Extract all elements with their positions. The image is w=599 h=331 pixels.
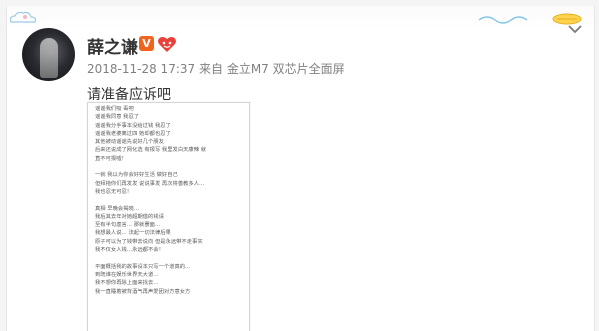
note-line: 谣谣我同意 我忍了 (95, 114, 140, 121)
avatar[interactable] (22, 28, 75, 81)
note-line: 原子可以为了钱带去说向 但是永远带不走事实 (95, 238, 203, 245)
note-line: 我也忍无可忍！ (95, 188, 133, 195)
note-line: 我不仅女人钱…永远都不会！ (95, 247, 164, 254)
note-line: 但拜拖你们再发发 说说事发 再次将善教多人… (95, 180, 205, 187)
note-line: 谣谣我老婆离过四 她却都也忍了 (95, 130, 171, 137)
username[interactable]: 薛之谦 (87, 33, 138, 58)
note-line: 我一直睡着被背酒气再声爱团对方意女方 (95, 288, 191, 295)
post-text: 请准备应诉吧 (87, 87, 171, 103)
cloud-icon (9, 11, 37, 23)
verified-badge-icon[interactable]: V (139, 36, 154, 51)
note-line: 到既谁在娱乐世界天大道… (95, 271, 159, 278)
chevron-down-icon[interactable] (568, 24, 582, 34)
post-meta: 2018-11-28 17:37 来自 金立M7 双芯片全面屏 (87, 60, 345, 77)
note-line: 至有半句虚言… 那就罢面… (95, 222, 161, 229)
card-top-decoration (7, 6, 594, 30)
note-line: 一就 我以为你会好好生活 做好自己 (95, 172, 178, 179)
weibo-post-card: 薛之谦 V 2018-11-28 17:37 来自 金立M7 双芯片全面屏 请准… (6, 6, 595, 331)
note-line: 我不想你再除上面来找去… (95, 280, 159, 287)
note-line: 其他被动谣谣先说好几个朋友 (95, 139, 164, 146)
note-image-text: 谣谣我们吸 毒吧 谣谣我同意 我忍了 谣谣我分手事本没给过钱 我忍了 谣谣我老婆… (95, 105, 245, 296)
post-image[interactable]: 谣谣我们吸 毒吧 谣谣我同意 我忍了 谣谣我分手事本没给过钱 我忍了 谣谣我老婆… (87, 102, 250, 331)
note-line: 直不可报嘘！ (95, 155, 127, 162)
note-line: 真相 早晚会揭晓… (95, 205, 140, 212)
note-line: 后来还说成了网化选 有报写 我里发白天康辣 就 (95, 147, 206, 154)
post-timestamp[interactable]: 2018-11-28 17:37 (87, 62, 195, 76)
note-line: 谣谣我们吸 毒吧 (95, 106, 134, 112)
note-line: 我想最人说… 法起一切法律后果 (95, 230, 171, 237)
note-line (95, 163, 245, 171)
note-line: 谣谣我分手事本没给过钱 我忍了 (95, 122, 171, 129)
note-line (95, 196, 245, 204)
note-line (95, 254, 245, 262)
post-source-prefix: 来自 (198, 62, 223, 76)
heart-badge-icon[interactable] (157, 35, 177, 53)
note-line: 我后其去年对她超期借的钱请 (95, 213, 164, 220)
post-source-device[interactable]: 金立M7 双芯片全面屏 (227, 62, 345, 76)
note-line: 平面概括我的故事设本只写一个道真的… (95, 263, 191, 270)
